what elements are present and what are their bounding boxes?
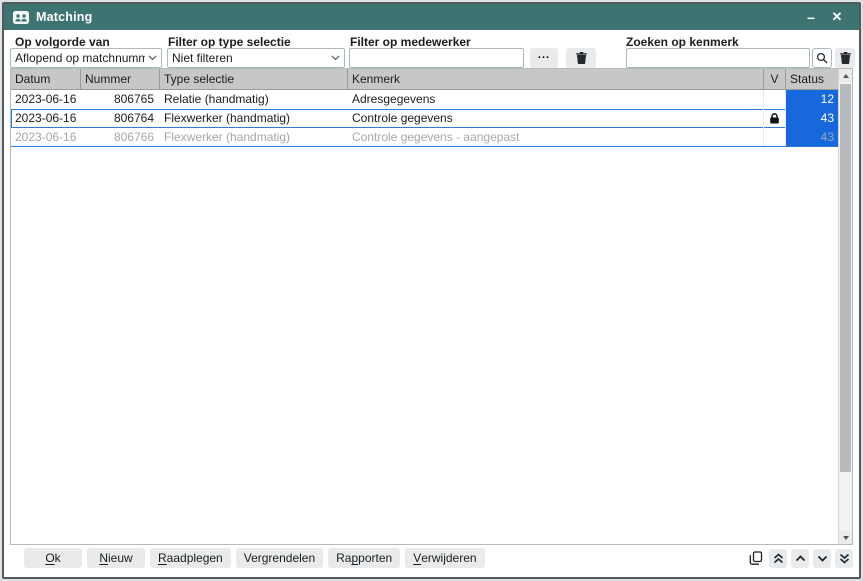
- verwijderen-button[interactable]: Verwijderen: [405, 548, 484, 568]
- column-header-type[interactable]: Type selectie: [160, 69, 348, 89]
- type-filter-select-value: Niet filteren: [172, 51, 328, 65]
- minimize-button[interactable]: –: [798, 6, 824, 28]
- raadplegen-button[interactable]: Raadplegen: [150, 548, 231, 568]
- trash-icon: [576, 52, 587, 64]
- cell-status: 12: [786, 90, 838, 109]
- action-button-row: OkNieuwRaadplegenVergrendelenRapportenVe…: [24, 548, 485, 568]
- scrollbar-up-arrow[interactable]: [839, 69, 852, 82]
- triangle-up-icon: [843, 74, 849, 78]
- cell-datum: 2023-06-16: [11, 128, 81, 146]
- magnifier-icon: [816, 52, 828, 64]
- vergrendelen-button[interactable]: Vergrendelen: [236, 548, 323, 568]
- scrollbar-thumb[interactable]: [840, 84, 851, 472]
- table-row[interactable]: 2023-06-16806764Flexwerker (handmatig)Co…: [11, 109, 838, 128]
- order-select-value: Aflopend op matchnumm: [15, 51, 145, 65]
- table-row[interactable]: 2023-06-16806766Flexwerker (handmatig)Co…: [11, 128, 838, 147]
- kenmerk-search-input[interactable]: [626, 48, 810, 68]
- table-header: Datum Nummer Type selectie Kenmerk V Sta…: [11, 69, 838, 90]
- matching-table: Datum Nummer Type selectie Kenmerk V Sta…: [10, 68, 853, 545]
- type-filter-label: Filter op type selectie: [168, 35, 291, 49]
- cell-status: 43: [786, 128, 838, 146]
- table-body: 2023-06-16806765Relatie (handmatig)Adres…: [11, 90, 838, 147]
- cell-status: 43: [786, 109, 838, 128]
- cell-kenmerk: Controle gegevens - aangepast: [348, 128, 764, 146]
- medewerker-clear-button[interactable]: [566, 48, 596, 68]
- scrollbar-down-arrow[interactable]: [839, 531, 852, 544]
- trash-icon: [840, 52, 851, 64]
- cell-v: [764, 90, 786, 109]
- titlebar: Matching – ✕: [4, 4, 859, 30]
- chevron-down-icon: [331, 55, 340, 61]
- double-chevron-down-icon[interactable]: [835, 549, 853, 568]
- cell-datum: 2023-06-16: [11, 109, 81, 128]
- kenmerk-search-label: Zoeken op kenmerk: [626, 35, 739, 49]
- column-header-kenmerk[interactable]: Kenmerk: [348, 69, 764, 89]
- cell-nummer: 806764: [81, 109, 160, 128]
- medewerker-browse-button[interactable]: ...: [530, 48, 558, 68]
- column-header-datum[interactable]: Datum: [11, 69, 81, 89]
- type-filter-select[interactable]: Niet filteren: [167, 48, 345, 68]
- order-select[interactable]: Aflopend op matchnumm: [10, 48, 162, 68]
- cell-kenmerk: Controle gegevens: [348, 109, 764, 128]
- table-scrollbar[interactable]: [838, 69, 852, 544]
- medewerker-filter-input[interactable]: [349, 48, 524, 68]
- nieuw-button[interactable]: Nieuw: [87, 548, 145, 568]
- matching-window: Matching – ✕ Op volgorde van Filter op t…: [2, 2, 861, 579]
- cell-type: Flexwerker (handmatig): [160, 128, 348, 146]
- medewerker-filter-label: Filter op medewerker: [350, 35, 471, 49]
- close-button[interactable]: ✕: [824, 6, 850, 28]
- lock-icon: [769, 113, 780, 124]
- cell-v: [764, 109, 786, 128]
- cell-type: Flexwerker (handmatig): [160, 109, 348, 128]
- kenmerk-search-button[interactable]: [812, 48, 832, 68]
- record-nav-row: [747, 548, 853, 568]
- people-card-icon: [13, 11, 29, 24]
- cell-type: Relatie (handmatig): [160, 90, 348, 109]
- chevron-down-icon: [148, 55, 157, 61]
- cell-nummer: 806765: [81, 90, 160, 109]
- ok-button[interactable]: Ok: [24, 548, 82, 568]
- ellipsis-icon: ...: [538, 52, 550, 64]
- order-label: Op volgorde van: [15, 35, 110, 49]
- kenmerk-clear-button[interactable]: [835, 48, 855, 68]
- table-row[interactable]: 2023-06-16806765Relatie (handmatig)Adres…: [11, 90, 838, 109]
- cell-kenmerk: Adresgegevens: [348, 90, 764, 109]
- cell-v: [764, 128, 786, 146]
- column-header-nummer[interactable]: Nummer: [81, 69, 160, 89]
- column-header-v[interactable]: V: [764, 69, 786, 89]
- rapporten-button[interactable]: Rapporten: [328, 548, 400, 568]
- cell-datum: 2023-06-16: [11, 90, 81, 109]
- copy-icon[interactable]: [747, 549, 765, 568]
- chevron-up-icon[interactable]: [791, 549, 809, 568]
- column-header-status[interactable]: Status: [786, 69, 838, 89]
- window-title: Matching: [36, 10, 92, 24]
- triangle-down-icon: [843, 536, 849, 540]
- double-chevron-up-icon[interactable]: [769, 549, 787, 568]
- chevron-down-icon[interactable]: [813, 549, 831, 568]
- cell-nummer: 806766: [81, 128, 160, 146]
